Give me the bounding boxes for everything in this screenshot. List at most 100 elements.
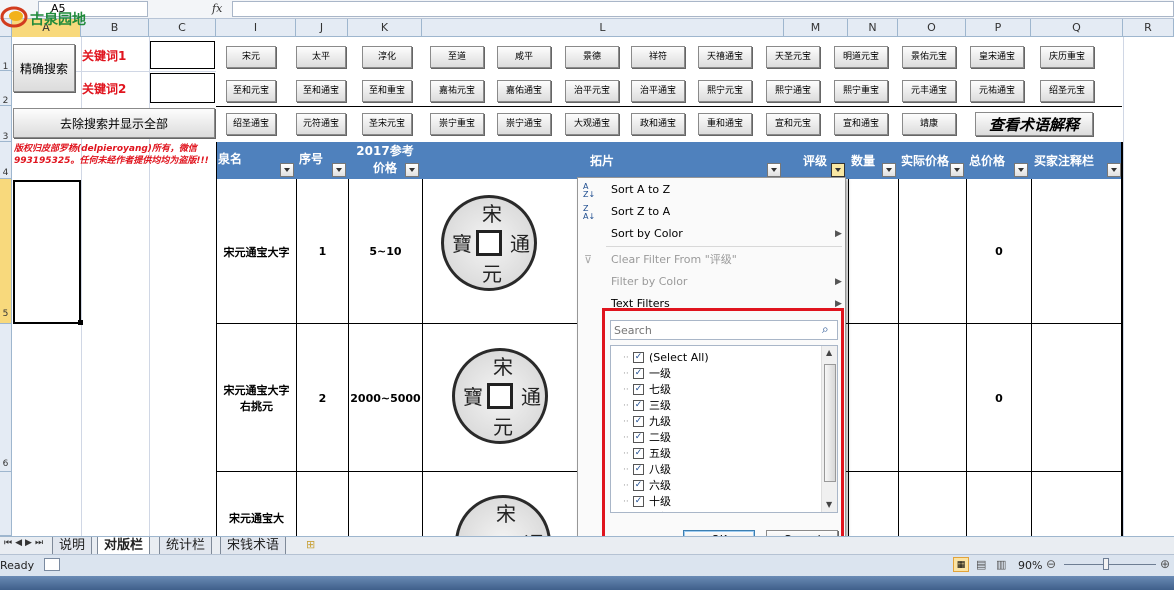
coin-row1-button-2[interactable]: 太平 (296, 46, 346, 68)
checkbox-checked-icon[interactable]: ✓ (633, 416, 644, 427)
checkbox-checked-icon[interactable]: ✓ (633, 400, 644, 411)
checkbox-checked-icon[interactable]: ✓ (633, 368, 644, 379)
cell-seq-2[interactable]: 2 (297, 325, 348, 471)
coin-row3-button-8[interactable]: 重和通宝 (698, 113, 752, 135)
list-scroll-thumb[interactable] (824, 364, 836, 482)
filter-dropdown-actual-price[interactable] (950, 163, 964, 177)
coin-row2-button-11[interactable]: 元丰通宝 (902, 80, 956, 102)
coin-row3-button-2[interactable]: 元符通宝 (296, 113, 346, 135)
checkbox-checked-icon[interactable]: ✓ (633, 464, 644, 475)
keyword1-input[interactable] (150, 41, 215, 69)
coin-row1-button-11[interactable]: 景佑元宝 (902, 46, 956, 68)
glossary-button[interactable]: 查看术语解释 (975, 112, 1093, 136)
filter-dropdown-grade[interactable] (831, 163, 845, 177)
column-header-q[interactable]: Q (1031, 19, 1123, 37)
filter-dropdown-seq[interactable] (332, 163, 346, 177)
coin-row1-button-10[interactable]: 明道元宝 (834, 46, 888, 68)
keyword2-input[interactable] (150, 73, 215, 103)
coin-row1-button-5[interactable]: 咸平 (497, 46, 551, 68)
coin-row1-button-7[interactable]: 祥符 (631, 46, 685, 68)
row-header-1[interactable]: 1 (0, 37, 12, 72)
coin-row2-button-3[interactable]: 至和重宝 (362, 80, 412, 102)
coin-row3-button-1[interactable]: 绍圣通宝 (226, 113, 276, 135)
coin-row3-button-5[interactable]: 崇宁通宝 (497, 113, 551, 135)
checkbox-checked-icon[interactable]: ✓ (633, 496, 644, 507)
cell-seq-1[interactable]: 1 (297, 180, 348, 323)
row-header-7[interactable] (0, 472, 12, 536)
coin-row1-button-9[interactable]: 天圣元宝 (766, 46, 820, 68)
checkbox-checked-icon[interactable]: ✓ (633, 432, 644, 443)
column-header-l[interactable]: L (422, 19, 784, 37)
menu-clear-filter[interactable]: Clear Filter From "评级" (611, 250, 737, 270)
row-header-3[interactable]: 3 (0, 106, 12, 142)
coin-row2-button-2[interactable]: 至和通宝 (296, 80, 346, 102)
menu-sort-by-color[interactable]: Sort by Color ▶ (611, 224, 842, 244)
cell-ref-price-1[interactable]: 5~10 (349, 180, 422, 323)
checkbox-checked-icon[interactable]: ✓ (633, 480, 644, 491)
zoom-slider[interactable] (1064, 564, 1156, 565)
column-header-c[interactable]: C (149, 19, 216, 37)
fx-icon[interactable]: fx (212, 0, 232, 18)
coin-row3-button-9[interactable]: 宣和元宝 (766, 113, 820, 135)
cell-name-1[interactable]: 宋元通宝大字 (217, 180, 296, 323)
coin-row1-button-8[interactable]: 天禧通宝 (698, 46, 752, 68)
coin-row1-button-4[interactable]: 至道 (430, 46, 484, 68)
page-layout-icon[interactable]: ▤ (976, 558, 986, 571)
coin-row2-button-9[interactable]: 熙宁通宝 (766, 80, 820, 102)
checkbox-checked-icon[interactable]: ✓ (633, 448, 644, 459)
column-header-n[interactable]: N (848, 19, 898, 37)
tab-glossary[interactable]: 宋钱术语 (220, 537, 287, 554)
coin-row2-button-1[interactable]: 至和元宝 (226, 80, 276, 102)
tab-stats[interactable]: 统计栏 (159, 537, 213, 554)
tab-compare[interactable]: 对版栏 (97, 537, 151, 554)
coin-row1-button-1[interactable]: 宋元 (226, 46, 276, 68)
menu-sort-z-to-a[interactable]: Sort Z to A (611, 202, 670, 222)
menu-filter-by-color[interactable]: Filter by Color ▶ (611, 272, 842, 292)
filter-dropdown-rubbing[interactable] (767, 163, 781, 177)
tab-intro[interactable]: 说明 (52, 537, 93, 554)
cell-ref-price-2[interactable]: 2000~5000 (349, 325, 422, 471)
coin-row3-button-7[interactable]: 政和通宝 (631, 113, 685, 135)
clear-search-button[interactable]: 去除搜索并显示全部 (13, 108, 215, 138)
scroll-down-icon[interactable]: ▼ (826, 500, 832, 509)
checkbox-checked-icon[interactable]: ✓ (633, 352, 644, 363)
formula-input[interactable] (232, 1, 1174, 17)
filter-dropdown-qty[interactable] (882, 163, 896, 177)
normal-view-icon[interactable]: ▦ (953, 557, 969, 572)
coin-row2-button-13[interactable]: 绍圣元宝 (1040, 80, 1094, 102)
row-header-6[interactable]: 6 (0, 324, 12, 472)
selected-cell-a5[interactable] (13, 180, 81, 324)
filter-dropdown-ref-price[interactable] (405, 163, 419, 177)
filter-dropdown-name[interactable] (280, 163, 294, 177)
zoom-slider-thumb[interactable] (1103, 558, 1109, 570)
coin-row1-button-3[interactable]: 淳化 (362, 46, 412, 68)
tab-scroll-icons[interactable]: ⏮◀▶⏭ (4, 538, 46, 548)
filter-search-input[interactable] (610, 320, 838, 340)
exact-search-button[interactable]: 精确搜索 (13, 44, 75, 92)
coin-row2-button-10[interactable]: 熙宁重宝 (834, 80, 888, 102)
coin-row1-button-6[interactable]: 景德 (565, 46, 619, 68)
column-header-m[interactable]: M (784, 19, 848, 37)
coin-row2-button-7[interactable]: 治平通宝 (631, 80, 685, 102)
checkbox-checked-icon[interactable]: ✓ (633, 384, 644, 395)
cell-total-2[interactable]: 0 (967, 325, 1031, 471)
column-header-r[interactable]: R (1123, 19, 1174, 37)
cell-name-3[interactable]: 宋元通宝大 (217, 510, 296, 536)
coin-row2-button-6[interactable]: 治平元宝 (565, 80, 619, 102)
column-header-k[interactable]: K (348, 19, 422, 37)
row-header-4[interactable]: 4 (0, 142, 12, 179)
coin-row3-button-6[interactable]: 大观通宝 (565, 113, 619, 135)
row-header-2[interactable]: 2 (0, 71, 12, 106)
column-header-j[interactable]: J (296, 19, 348, 37)
macro-record-icon[interactable] (44, 558, 60, 571)
scroll-up-icon[interactable]: ▲ (826, 348, 832, 357)
page-break-icon[interactable]: ▥ (996, 558, 1006, 571)
insert-sheet-icon[interactable]: ⊞ (306, 538, 315, 551)
zoom-out-icon[interactable]: ⊖ (1046, 557, 1056, 571)
coin-row2-button-4[interactable]: 嘉祐元宝 (430, 80, 484, 102)
coin-row3-button-3[interactable]: 圣宋元宝 (362, 113, 412, 135)
zoom-in-icon[interactable]: ⊕ (1160, 557, 1170, 571)
coin-row3-button-10[interactable]: 宣和通宝 (834, 113, 888, 135)
zoom-level[interactable]: 90% (1018, 559, 1042, 572)
coin-row2-button-5[interactable]: 嘉佑通宝 (497, 80, 551, 102)
